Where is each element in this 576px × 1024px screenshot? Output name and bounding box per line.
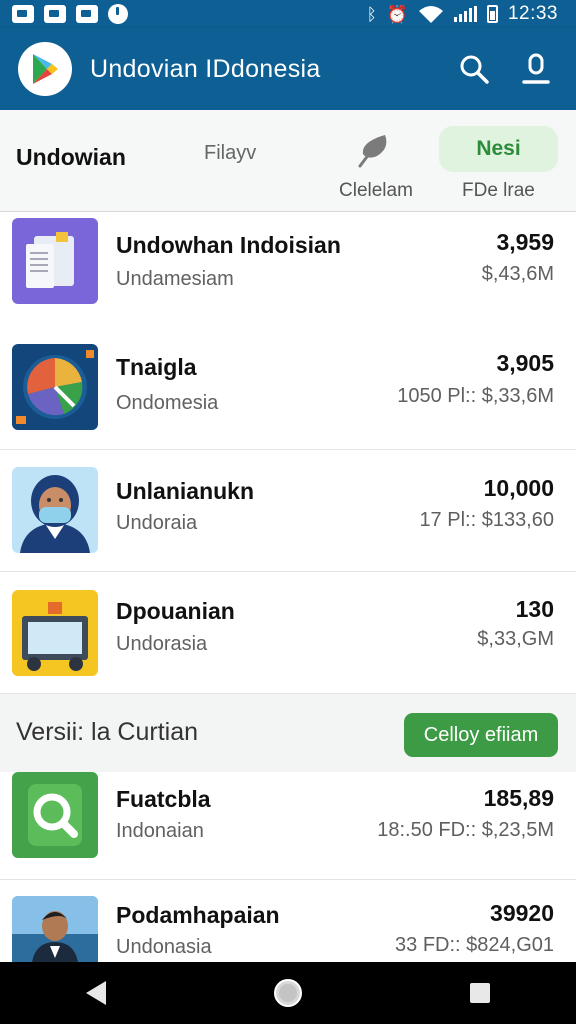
search-icon [12,772,98,858]
filter-sub-label-2[interactable]: FDe lrae [462,180,535,202]
status-right-icons: ᛒ ⏰ 12:33 [367,3,558,25]
signal-icon [453,6,477,22]
section-title: Versii: la Curtian [16,718,199,746]
cart-icon [12,590,98,676]
system-nav-bar [0,962,576,1024]
battery-icon [486,5,498,23]
section-action-button[interactable]: Celloy efiiam [404,713,558,757]
list-item-price: 18:.50 FD:: $,23,5M [377,819,554,841]
list-item-subtitle: Undamesiam [116,268,234,290]
filter-chip[interactable]: Filayv [204,142,256,165]
person-photo-icon [12,896,98,962]
person-icon [12,467,98,553]
list-item-title: Podamhapaian [116,902,280,928]
wifi-icon [418,6,443,23]
play-store-logo-icon[interactable] [18,42,72,96]
home-icon[interactable] [258,963,318,1023]
list-item-subtitle: Indonaian [116,820,204,842]
chart-gear-icon [12,344,98,430]
list-item[interactable]: Podamhapaian Undonasia 39920 33 FD:: $82… [0,880,576,962]
list-item-subtitle: Undorasia [116,633,208,655]
list-item-price: 1050 Pl:: $,33,6M [397,385,554,407]
document-icon [12,218,98,304]
status-bar: ᛒ ⏰ 12:33 [0,0,576,28]
list-item[interactable]: Tnaigla Ondomesia 3,905 1050 Pl:: $,33,6… [0,328,576,450]
list-item-number: 185,89 [483,785,554,811]
list-item-title: Undowhan Indoisian [116,232,341,258]
bluetooth-icon: ᛒ [366,4,377,24]
list-item-number: 39920 [490,900,554,926]
list-item-subtitle: Undonasia [116,936,212,958]
list-item-title: Tnaigla [116,354,197,380]
list-item-number: 3,905 [496,350,554,376]
list-item[interactable]: Unlanianukn Undoraia 10,000 17 Pl:: $133… [0,450,576,572]
list-item[interactable]: Fuatcbla Indonaian 185,89 18:.50 FD:: $,… [0,772,576,880]
list-item-title: Dpouanian [116,598,235,624]
recents-icon[interactable] [450,963,510,1023]
list-item-price: $,43,6M [481,263,554,285]
status-time: 12:33 [507,3,558,24]
list-item-number: 10,000 [483,475,554,501]
list-item-subtitle: Ondomesia [116,392,219,414]
status-left-icons [12,4,128,24]
app-bar: Undovian IDdonesia [0,28,576,110]
filter-sub-label-1[interactable]: Clelelam [339,180,413,202]
section-header: Versii: la Curtian Celloy efiiam [0,694,576,772]
list-item[interactable]: Undowhan Indoisian Undamesiam 3,959 $,43… [0,212,576,334]
list-item-subtitle: Undoraia [116,512,198,534]
leaf-icon[interactable] [357,132,391,168]
list-item-price: $,33,GM [477,628,554,650]
list-item-number: 3,959 [496,229,554,255]
list-item-title: Fuatcbla [116,786,211,812]
list-item-price: 17 Pl:: $133,60 [419,509,554,531]
new-filter-chip[interactable]: Nesi [439,126,558,172]
back-icon[interactable] [66,963,126,1023]
user-icon[interactable] [514,47,558,91]
filter-title: Undowian [16,144,126,170]
image-icon [12,5,34,23]
facebook-icon [76,5,98,23]
list-item[interactable]: Dpouanian Undorasia 130 $,33,GM [0,572,576,694]
message-icon [44,5,66,23]
list-item-number: 130 [515,596,554,622]
clock-icon [108,4,128,24]
list-item-title: Unlanianukn [116,478,255,504]
search-icon[interactable] [452,47,496,91]
app-title: Undovian IDdonesia [90,54,321,83]
list-item-price: 33 FD:: $824,G01 [395,934,554,956]
alarm-icon: ⏰ [386,4,408,24]
